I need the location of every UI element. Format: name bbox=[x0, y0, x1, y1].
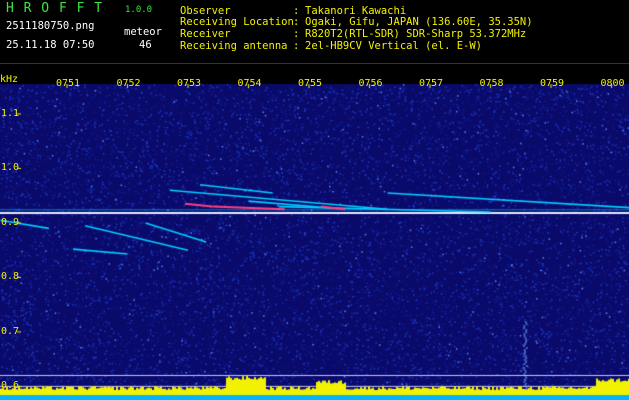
y-tick-label: 0.8 bbox=[1, 271, 20, 283]
x-tick-label: 0756 bbox=[358, 78, 383, 89]
location-sep: : bbox=[293, 16, 300, 28]
date-time: 25.11.18 07:50 bbox=[6, 39, 95, 51]
hrofft-window: H R O F F T 1.0.0 2511180750.png meteor … bbox=[0, 0, 629, 400]
x-tick-label: 0757 bbox=[419, 78, 444, 89]
x-tick-label: 0753 bbox=[177, 78, 202, 89]
category-label: meteor bbox=[124, 26, 162, 38]
x-tick-label: 0754 bbox=[237, 78, 262, 89]
x-tick-label: 0755 bbox=[298, 78, 323, 89]
x-tick-label: 0759 bbox=[540, 78, 565, 89]
file-name: 2511180750.png bbox=[6, 20, 95, 32]
x-tick-label: 0800 bbox=[600, 78, 625, 89]
receiver-value: R820T2(RTL-SDR) SDR-Sharp 53.372MHz bbox=[305, 28, 527, 40]
meteor-count: 46 bbox=[139, 39, 152, 51]
receiver-sep: : bbox=[293, 28, 300, 40]
antenna-sep: : bbox=[293, 40, 300, 52]
y-tick-label: 0.9 bbox=[1, 216, 20, 228]
x-tick-label: 0752 bbox=[116, 78, 141, 89]
y-tick-label: 1.1 bbox=[1, 107, 20, 119]
x-tick-label: 0751 bbox=[56, 78, 81, 89]
antenna-value: 2el-HB9CV Vertical (el. E-W) bbox=[305, 40, 483, 52]
app-version: 1.0.0 bbox=[125, 5, 153, 15]
location-label: Receiving Location bbox=[180, 16, 294, 28]
y-tick-label: 0.7 bbox=[1, 325, 20, 337]
y-axis-unit: kHz bbox=[0, 74, 19, 85]
axis-overlay: kHz 0751 0752 0753 0754 0755 0756 0757 0758 0759 0… bbox=[0, 64, 629, 400]
location-value: Ogaki, Gifu, JAPAN (136.60E, 35.35N) bbox=[305, 16, 533, 28]
y-tick-label: 1.0 bbox=[1, 162, 20, 174]
app-title: H R O F F T bbox=[6, 1, 104, 16]
x-tick-label: 0758 bbox=[479, 78, 504, 89]
y-tick-label: 0.6 bbox=[1, 380, 20, 392]
spectrogram-plot: kHz 0751 0752 0753 0754 0755 0756 0757 0758 0759 0… bbox=[0, 64, 629, 400]
receiver-label: Receiver bbox=[180, 28, 231, 40]
antenna-label: Receiving antenna bbox=[180, 40, 288, 52]
